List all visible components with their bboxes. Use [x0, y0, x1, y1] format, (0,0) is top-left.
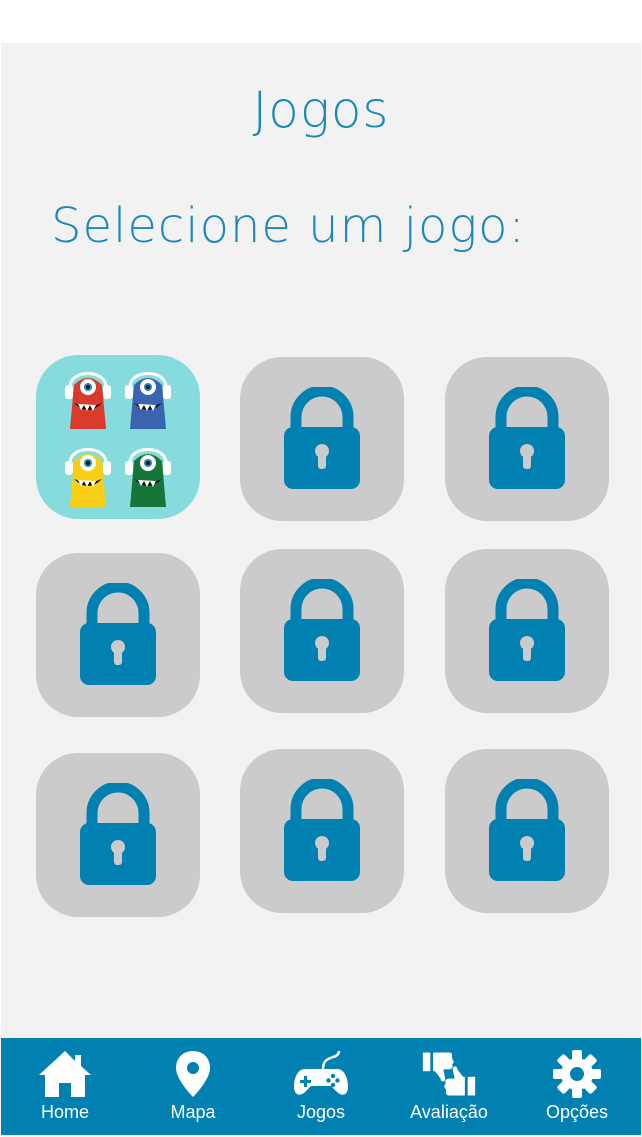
game-tile-locked[interactable] — [240, 549, 404, 713]
lock-icon — [284, 387, 360, 489]
home-icon — [39, 1051, 91, 1097]
lock-icon — [284, 779, 360, 881]
game-tile-locked[interactable] — [36, 753, 200, 917]
map-pin-icon — [176, 1051, 210, 1097]
lock-icon — [80, 783, 156, 885]
game-tile-locked[interactable] — [240, 357, 404, 521]
thumbs-icon — [422, 1052, 476, 1096]
game-tile-locked[interactable] — [445, 357, 609, 521]
game-tile-locked[interactable] — [240, 749, 404, 913]
game-tile-locked[interactable] — [445, 549, 609, 713]
nav-label-jogos: Jogos — [296, 1102, 346, 1122]
nav-label-mapa: Mapa — [170, 1102, 216, 1122]
nav-item-jogos[interactable]: Jogos — [257, 1038, 385, 1135]
nav-label-avaliacao: Avaliação — [410, 1102, 488, 1122]
game-tile-monsters[interactable] — [36, 355, 200, 519]
lock-icon — [489, 579, 565, 681]
page-title: Jogos — [252, 81, 390, 139]
game-tile-locked[interactable] — [36, 553, 200, 717]
nav-item-home[interactable]: Home — [1, 1038, 129, 1135]
status-bar-area — [0, 0, 642, 43]
lock-icon — [489, 387, 565, 489]
lock-icon — [489, 779, 565, 881]
nav-item-avaliacao[interactable]: Avaliação — [385, 1038, 513, 1135]
gear-icon — [553, 1050, 601, 1098]
games-screen: Jogos Selecione um jogo: — [1, 43, 641, 1038]
game-tile-locked[interactable] — [445, 749, 609, 913]
lock-icon — [80, 583, 156, 685]
nav-label-home: Home — [40, 1102, 89, 1122]
nav-label-opcoes: Opções — [545, 1102, 609, 1122]
nav-item-mapa[interactable]: Mapa — [129, 1038, 257, 1135]
select-game-prompt: Selecione um jogo: — [51, 198, 526, 254]
nav-item-opcoes[interactable]: Opções — [513, 1038, 641, 1135]
monster-game-icon — [65, 372, 171, 507]
gamepad-icon — [294, 1050, 348, 1095]
bottom-nav: Home Mapa Jogos Avaliação Opções — [1, 1038, 641, 1135]
lock-icon — [284, 579, 360, 681]
